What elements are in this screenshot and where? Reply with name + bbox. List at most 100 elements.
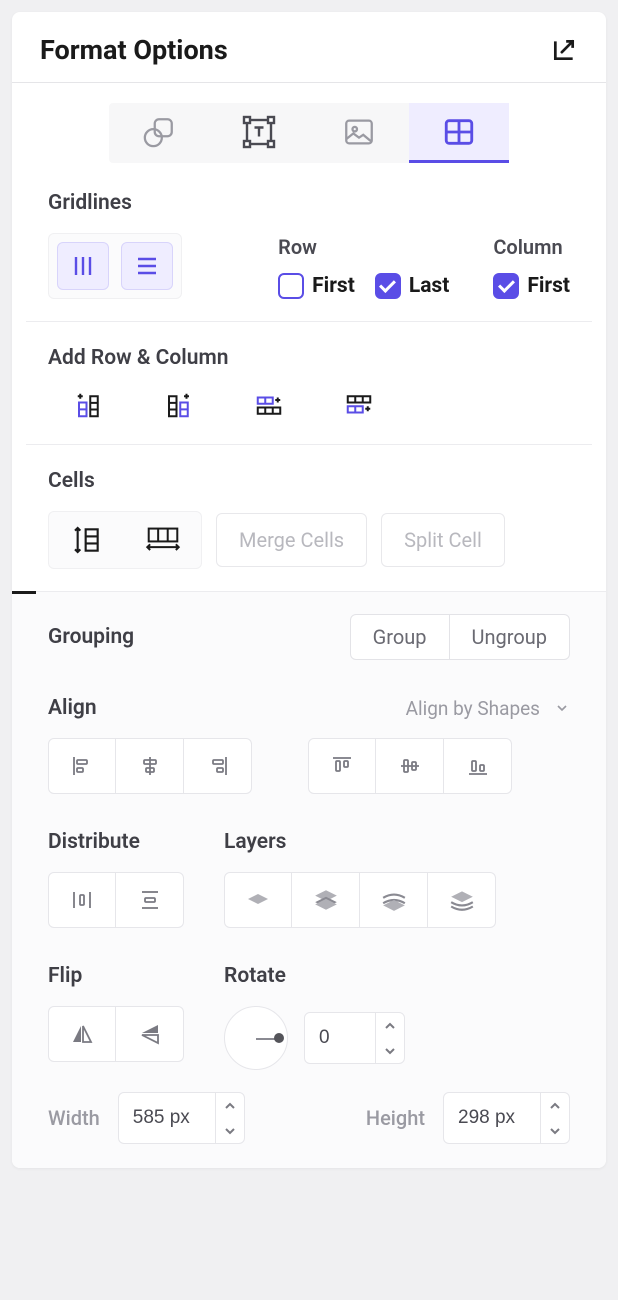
column-first-checkbox[interactable]: First xyxy=(493,273,570,299)
align-mode-label: Align by Shapes xyxy=(406,697,540,720)
add-column-left-button[interactable] xyxy=(72,388,106,422)
horizontal-gridlines-toggle[interactable] xyxy=(121,242,173,290)
row-first-checkbox[interactable]: First xyxy=(278,273,355,299)
align-mode-dropdown[interactable]: Align by Shapes xyxy=(406,697,570,720)
align-right-button[interactable] xyxy=(184,738,252,794)
add-row-column-title: Add Row & Column xyxy=(48,346,570,370)
gridlines-section: Gridlines Row xyxy=(12,167,606,321)
add-row-column-section: Add Row & Column xyxy=(12,322,606,444)
distribute-columns-button[interactable] xyxy=(125,512,201,568)
chevron-down-icon xyxy=(554,700,570,716)
align-center-v-button[interactable] xyxy=(376,738,444,794)
chevron-down-icon xyxy=(549,1127,561,1135)
add-row-above-button[interactable] xyxy=(252,388,286,422)
vertical-gridlines-toggle[interactable] xyxy=(57,242,109,290)
gridlines-title: Gridlines xyxy=(48,191,570,215)
checkbox-unchecked-icon xyxy=(278,273,304,299)
height-decrement-button[interactable] xyxy=(541,1118,569,1143)
row-last-checkbox[interactable]: Last xyxy=(375,273,450,299)
add-column-right-icon xyxy=(164,390,194,420)
checkbox-checked-icon xyxy=(493,273,519,299)
width-value-field[interactable] xyxy=(119,1107,215,1129)
width-decrement-button[interactable] xyxy=(216,1118,244,1143)
align-center-h-icon xyxy=(138,754,162,778)
bring-forward-icon xyxy=(245,888,271,912)
row-options: Row First Last xyxy=(278,235,449,299)
add-column-left-icon xyxy=(74,390,104,420)
align-left-button[interactable] xyxy=(48,738,116,794)
send-to-back-icon xyxy=(449,889,475,911)
panel-header: Format Options xyxy=(12,12,606,82)
width-increment-button[interactable] xyxy=(216,1093,244,1118)
rotate-dial[interactable] xyxy=(224,1006,288,1070)
distribute-vertical-button[interactable] xyxy=(116,872,184,928)
collapse-icon xyxy=(551,37,577,63)
rotate-increment-button[interactable] xyxy=(376,1013,404,1038)
table-icon xyxy=(441,115,477,149)
height-input[interactable] xyxy=(443,1092,570,1144)
rotate-decrement-button[interactable] xyxy=(376,1038,404,1063)
cell-size-group xyxy=(48,511,202,569)
bring-to-front-button[interactable] xyxy=(292,872,360,928)
distribute-columns-icon xyxy=(143,525,183,555)
tab-shape[interactable] xyxy=(109,103,209,163)
align-right-icon xyxy=(206,754,230,778)
collapse-panel-button[interactable] xyxy=(550,36,578,64)
distribute-horizontal-button[interactable] xyxy=(48,872,116,928)
rotate-title: Rotate xyxy=(224,964,405,988)
horizontal-lines-icon xyxy=(134,254,160,278)
height-increment-button[interactable] xyxy=(541,1093,569,1118)
tab-table[interactable] xyxy=(409,103,509,163)
group-button[interactable]: Group xyxy=(350,614,450,660)
ungroup-button[interactable]: Ungroup xyxy=(450,614,571,660)
cells-title: Cells xyxy=(48,469,570,493)
bring-forward-button[interactable] xyxy=(224,872,292,928)
send-backward-icon xyxy=(381,889,407,911)
align-center-v-icon xyxy=(398,754,422,778)
shape-icon xyxy=(142,115,176,149)
chevron-down-icon xyxy=(224,1127,236,1135)
chevron-up-icon xyxy=(224,1102,236,1110)
send-to-back-button[interactable] xyxy=(428,872,496,928)
distribute-horizontal-icon xyxy=(70,888,94,912)
rotate-value-field[interactable] xyxy=(305,1027,375,1049)
column-label: Column xyxy=(493,235,570,259)
add-column-right-button[interactable] xyxy=(162,388,196,422)
align-left-icon xyxy=(70,754,94,778)
layers-title: Layers xyxy=(224,830,496,854)
distribute-vertical-icon xyxy=(138,888,162,912)
add-row-above-icon xyxy=(254,390,284,420)
grouping-title: Grouping xyxy=(48,625,134,649)
tab-text[interactable] xyxy=(209,103,309,163)
add-row-below-button[interactable] xyxy=(342,388,376,422)
flip-vertical-icon xyxy=(137,1022,163,1046)
row-first-label: First xyxy=(312,274,355,298)
vertical-lines-icon xyxy=(70,254,96,278)
bring-to-front-icon xyxy=(313,887,339,913)
width-input[interactable] xyxy=(118,1092,245,1144)
merge-cells-button[interactable]: Merge Cells xyxy=(216,513,367,567)
height-label: Height xyxy=(366,1106,425,1130)
cells-section: Cells Merge Cells xyxy=(12,445,606,591)
format-options-panel: Format Options xyxy=(12,12,606,1168)
arrange-region: Grouping Group Ungroup Align Align by Sh… xyxy=(12,591,606,1168)
flip-vertical-button[interactable] xyxy=(116,1006,184,1062)
distribute-rows-icon xyxy=(71,523,103,557)
send-backward-button[interactable] xyxy=(360,872,428,928)
add-row-below-icon xyxy=(344,390,374,420)
column-first-label: First xyxy=(527,274,570,298)
flip-horizontal-icon xyxy=(69,1022,95,1046)
rotate-input[interactable] xyxy=(304,1012,405,1064)
row-last-label: Last xyxy=(409,274,450,298)
split-cell-button[interactable]: Split Cell xyxy=(381,513,505,567)
height-value-field[interactable] xyxy=(444,1107,540,1129)
image-icon xyxy=(342,115,376,149)
flip-horizontal-button[interactable] xyxy=(48,1006,116,1062)
tab-image[interactable] xyxy=(309,103,409,163)
align-bottom-button[interactable] xyxy=(444,738,512,794)
distribute-rows-button[interactable] xyxy=(49,512,125,568)
chevron-down-icon xyxy=(384,1047,396,1055)
align-center-h-button[interactable] xyxy=(116,738,184,794)
align-top-icon xyxy=(330,754,354,778)
align-top-button[interactable] xyxy=(308,738,376,794)
